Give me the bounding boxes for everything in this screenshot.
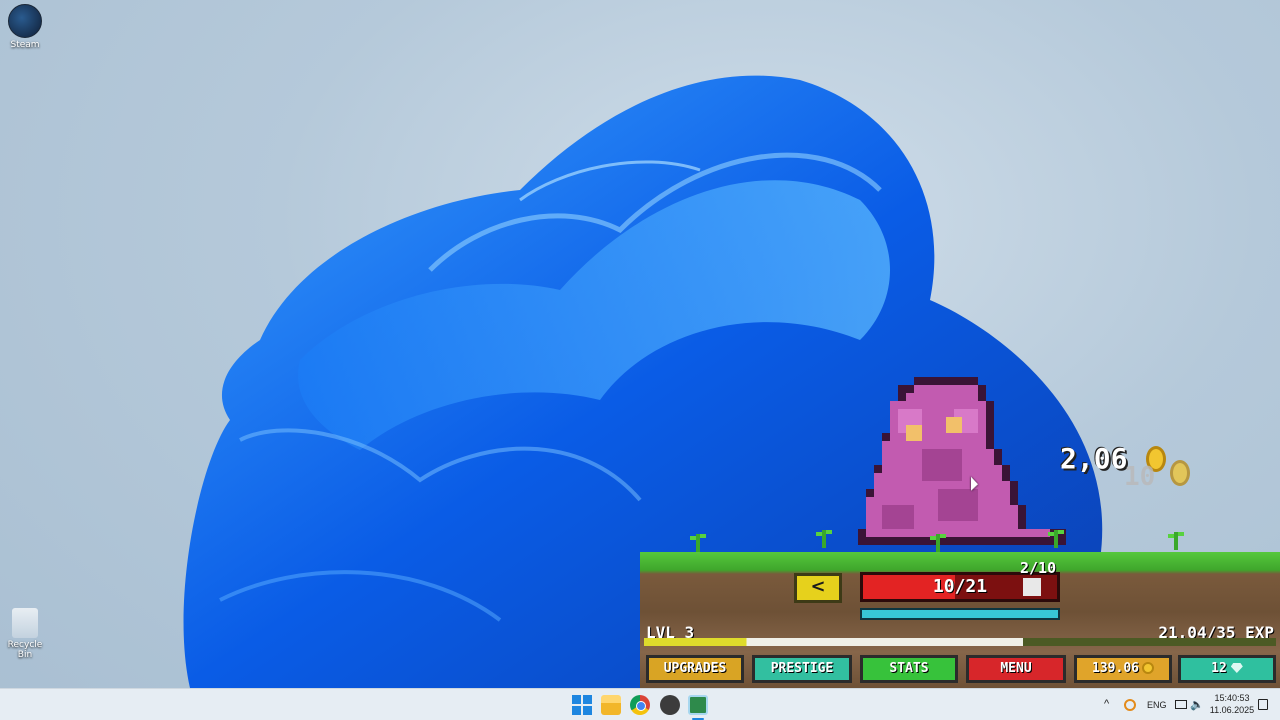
network-icon[interactable] [1175,700,1187,709]
volume-icon[interactable]: 🔈 [1190,698,1204,711]
clock-time: 15:40:53 [1214,693,1250,703]
clock-date: 11.06.2025 [1209,705,1255,715]
gem-amount: 12 [1211,661,1227,676]
file-explorer-icon[interactable] [601,695,621,715]
menu-button[interactable]: MENU [966,655,1066,683]
shield-bar [860,608,1060,620]
desktop-icon-label: Steam [10,40,40,50]
desktop-icon-recycle-bin[interactable]: Recycle Bin [0,608,50,660]
mouse-cursor [971,476,978,494]
game-window: 2,06 10 < 10/21 2/10 LVL 3 21.04/35 EXP … [640,376,1280,688]
windows-start-icon[interactable] [572,695,592,715]
sync-icon[interactable] [1124,699,1136,711]
upgrades-button[interactable]: UPGRADES [646,655,744,683]
stats-button[interactable]: STATS [860,655,958,683]
gem-icon [1230,663,1243,673]
grass-sprout [930,534,946,552]
desktop-icon-steam[interactable]: Steam [0,4,50,50]
prestige-button[interactable]: PRESTIGE [752,655,852,683]
coin-icon [1141,662,1154,674]
unity-icon[interactable] [660,695,680,715]
exp-fill [644,638,1024,646]
grass-sprout [816,530,832,548]
gem-counter: 12 [1178,655,1276,683]
game-app-icon[interactable] [688,695,708,715]
chrome-icon[interactable] [630,695,650,715]
slime-enemy[interactable] [858,376,1066,554]
wave-counter: 2/10 [1020,559,1057,577]
recycle-bin-icon [12,608,38,638]
steam-icon [8,4,42,38]
language-indicator[interactable]: ENG [1147,700,1167,710]
show-hidden-icons-chevron-icon[interactable]: ^ [1104,698,1109,710]
notifications-icon[interactable] [1258,699,1268,710]
grass-sprout [1048,530,1064,548]
grass-sprout [690,534,706,552]
back-button[interactable]: < [794,573,842,603]
gold-amount: 139.06 [1092,661,1139,676]
shield-fill [862,610,1058,618]
coin-icon [1170,460,1190,486]
enemy-health-text: 10/21 [932,576,988,597]
gold-counter: 139.06 [1074,655,1172,683]
exp-bar [644,638,1276,646]
grass-sprout [1168,532,1184,550]
damage-number: 2,06 [1060,442,1128,475]
taskbar: ^ ENG 🔈 15:40:53 11.06.2025 [0,688,1280,720]
desktop-icon-label: Recycle Bin [7,640,43,660]
damage-number-faded: 10 [1124,462,1156,492]
clock[interactable]: 15:40:53 11.06.2025 [1208,692,1256,716]
